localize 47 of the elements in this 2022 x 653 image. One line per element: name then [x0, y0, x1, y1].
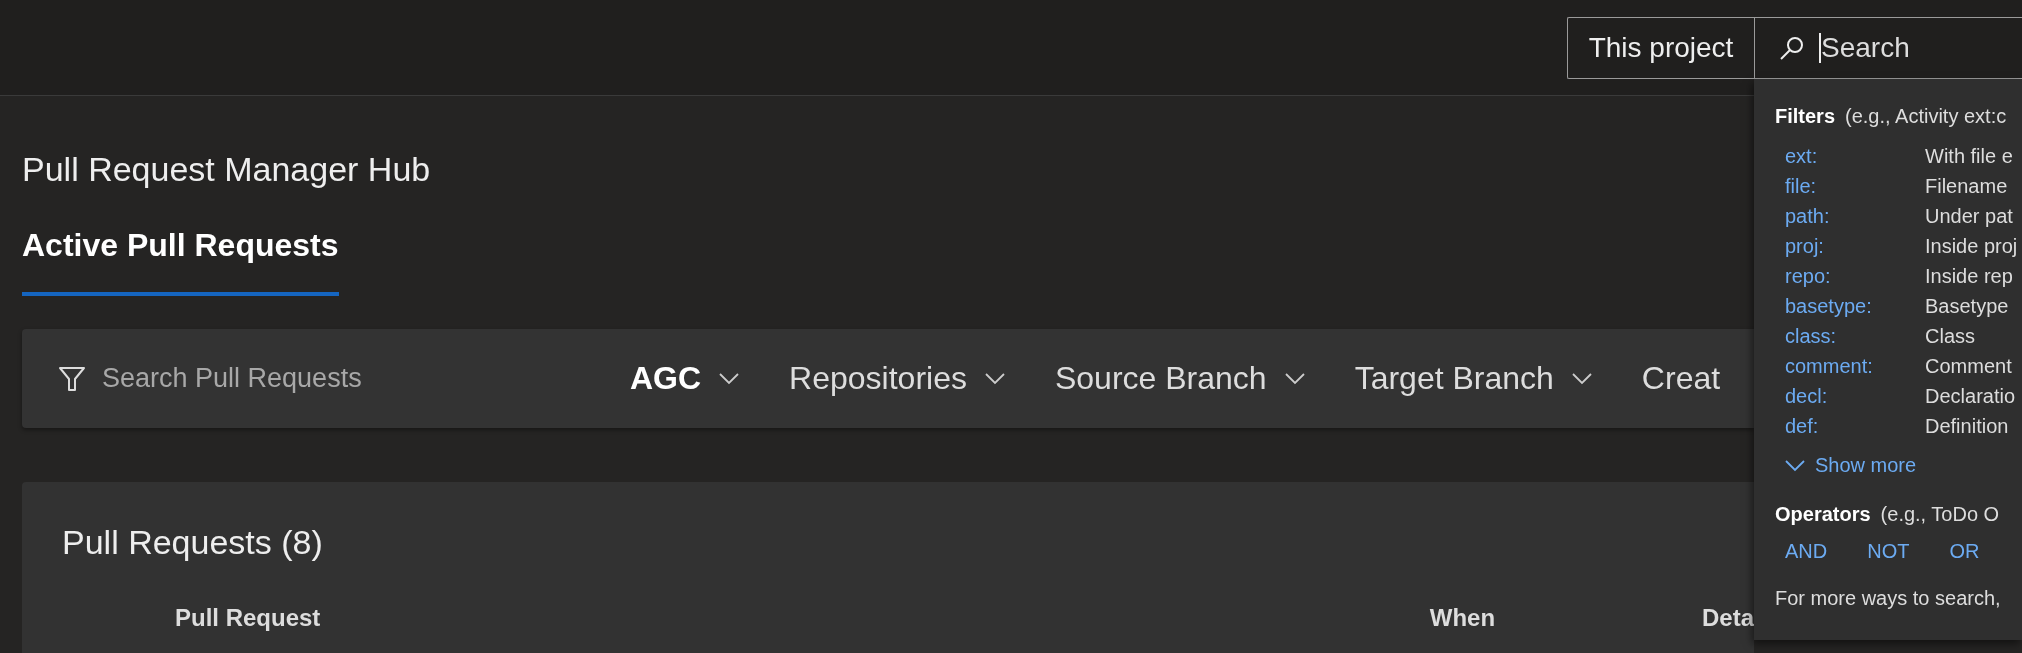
filter-keyword[interactable]: class: — [1785, 324, 1925, 348]
filter-dropdown[interactable]: Repositories — [789, 360, 1005, 397]
filter-description: Definition — [1925, 414, 2010, 438]
filter-description: Declaratio — [1925, 384, 2017, 408]
card-title: Pull Requests (8) — [62, 522, 324, 562]
filter-dropdown[interactable]: Source Branch — [1054, 360, 1305, 397]
scope-button[interactable]: This project — [1567, 17, 1754, 79]
filter-description: Filename — [1925, 174, 2009, 198]
help-text: For more ways to search, — [1775, 587, 2002, 610]
search-icon — [1779, 35, 1805, 61]
filter-description: Class — [1925, 324, 1976, 348]
page-title: Pull Request Manager Hub — [22, 150, 432, 188]
example-text: (e.g., Activity ext:c — [1845, 105, 2007, 128]
chevron-down-icon — [1785, 459, 1805, 472]
example-text: (e.g., ToDo O — [1880, 503, 2000, 526]
search-field[interactable]: Search — [1821, 32, 2022, 64]
search-field[interactable]: Search — [1754, 17, 2022, 79]
filter-description: Comment — [1925, 354, 2013, 378]
column-header[interactable]: Pull Request — [175, 604, 1430, 632]
operator-keyword[interactable]: OR — [1949, 540, 1980, 563]
filter-keyword[interactable]: path: — [1785, 204, 1925, 228]
filter-dropdown[interactable]: Creat — [1641, 360, 1721, 397]
section-heading: Operators — [1775, 503, 1871, 526]
filter-keyword[interactable]: def: — [1785, 414, 1925, 438]
column-header[interactable]: Deta — [1701, 604, 1754, 632]
section-heading: Filters — [1775, 105, 1836, 128]
filter-description: Inside proj — [1925, 234, 2019, 258]
tab[interactable]: Active Pull Requests — [22, 226, 339, 296]
filter-dropdown[interactable]: AGC — [630, 360, 740, 397]
filter-keyword[interactable]: comment: — [1785, 354, 1925, 378]
filter-keyword[interactable]: proj: — [1785, 234, 1925, 258]
filter-description: Inside rep — [1925, 264, 2014, 288]
filter-keyword[interactable]: decl: — [1785, 384, 1925, 408]
show-more-link[interactable]: Show more — [1785, 454, 2022, 477]
filter-description: Under pat — [1925, 204, 2014, 228]
filter-keyword[interactable]: file: — [1785, 174, 1925, 198]
operator-keyword[interactable]: AND — [1785, 540, 1828, 563]
filter-keyword[interactable]: repo: — [1785, 264, 1925, 288]
filter-keyword[interactable]: ext: — [1785, 144, 1925, 168]
operator-keyword[interactable]: NOT — [1867, 540, 1910, 563]
filter-description: Basetype — [1925, 294, 2010, 318]
filter-description: With file e — [1925, 144, 2014, 168]
column-header[interactable]: When — [1429, 604, 1702, 632]
filter-dropdown[interactable]: Target Branch — [1354, 360, 1592, 397]
filter-icon — [58, 364, 86, 393]
filter-keyword[interactable]: basetype: — [1785, 294, 1925, 318]
search-field[interactable]: Search Pull Requests — [100, 362, 458, 395]
